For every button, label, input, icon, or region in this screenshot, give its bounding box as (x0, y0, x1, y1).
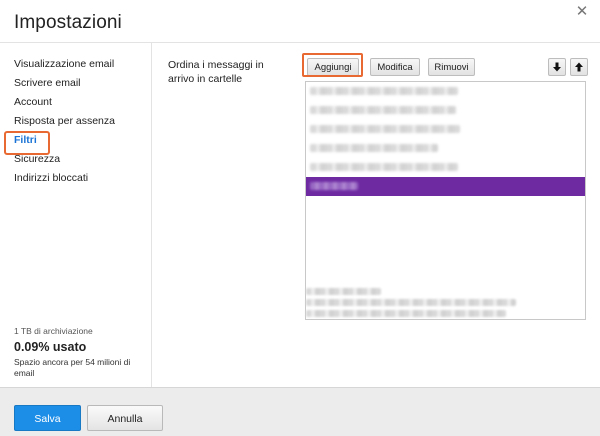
filter-row[interactable] (306, 120, 585, 139)
filter-row-selected[interactable] (306, 177, 585, 196)
filter-details (306, 288, 546, 321)
filters-panel: Ordina i messaggi in arrivo in cartelle … (152, 43, 600, 387)
sidebar-item-account[interactable]: Account (0, 93, 151, 112)
storage-used: 0.09% usato (14, 340, 87, 354)
close-icon[interactable]: ✕ (574, 4, 590, 20)
sidebar-item-scrivere-email[interactable]: Scrivere email (0, 74, 151, 93)
add-filter-button[interactable]: Aggiungi (307, 58, 359, 76)
filter-row[interactable] (306, 101, 585, 120)
filter-row[interactable] (306, 158, 585, 177)
storage-capacity: 1 TB di archiviazione (14, 326, 93, 336)
filter-row[interactable] (306, 82, 585, 101)
sidebar-item-sicurezza[interactable]: Sicurezza (0, 150, 151, 169)
sidebar-item-visualizzazione-email[interactable]: Visualizzazione email (0, 55, 151, 74)
arrow-up-icon (575, 62, 583, 72)
storage-info: 1 TB di archiviazione 0.09% usato Spazio… (14, 326, 149, 379)
move-up-button[interactable] (570, 58, 588, 76)
storage-remaining: Spazio ancora per 54 milioni di email (14, 357, 131, 378)
dialog-title: Impostazioni (14, 12, 122, 33)
remove-filter-button[interactable]: Rimuovi (428, 58, 475, 76)
filter-row[interactable] (306, 139, 585, 158)
sidebar-item-risposta-per-assenza[interactable]: Risposta per assenza (0, 112, 151, 131)
dialog-footer: Salva Annulla (0, 387, 600, 436)
settings-dialog: Impostazioni ✕ Visualizzazione email Scr… (0, 0, 600, 436)
cancel-button[interactable]: Annulla (87, 405, 163, 431)
sidebar-item-indirizzi-bloccati[interactable]: Indirizzi bloccati (0, 169, 151, 188)
sidebar: Visualizzazione email Scrivere email Acc… (0, 43, 152, 387)
filter-list[interactable] (305, 81, 586, 320)
filters-description: Ordina i messaggi in arrivo in cartelle (168, 59, 264, 85)
save-button[interactable]: Salva (14, 405, 81, 431)
sidebar-item-filtri[interactable]: Filtri (0, 131, 151, 150)
arrow-down-icon (553, 62, 561, 72)
move-down-button[interactable] (548, 58, 566, 76)
edit-filter-button[interactable]: Modifica (370, 58, 420, 76)
sidebar-nav: Visualizzazione email Scrivere email Acc… (0, 55, 151, 188)
